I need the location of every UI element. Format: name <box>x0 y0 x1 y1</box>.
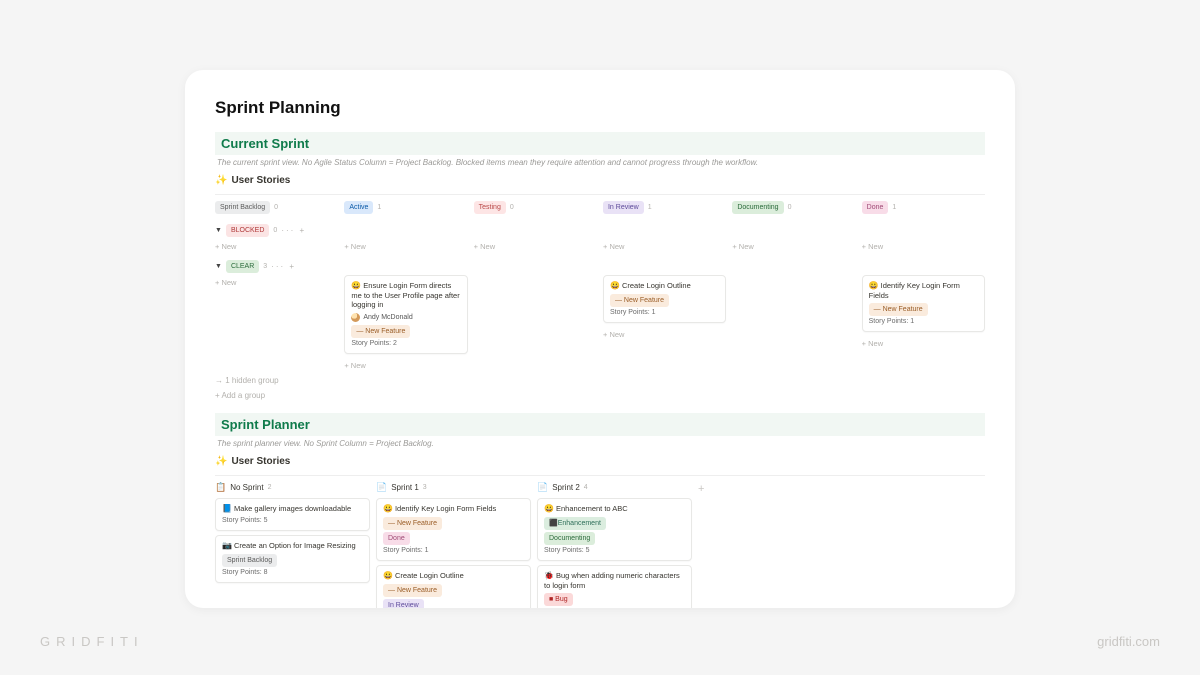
planner-columns: 📋 No Sprint 2 📘Make gallery images downl… <box>215 475 985 608</box>
card-assignee: Andy McDonald <box>351 313 460 322</box>
smile-icon: 😀 <box>351 281 361 290</box>
group-clear[interactable]: ▼ CLEAR 3 ··· + <box>215 260 985 273</box>
app-window: Sprint Planning Current Sprint The curre… <box>185 70 1015 608</box>
pcol-sprint-1[interactable]: 📄 Sprint 1 3 <box>376 482 531 493</box>
tag-type: — New Feature <box>610 294 669 307</box>
new-button[interactable]: + New <box>215 275 338 290</box>
new-button[interactable]: + New <box>603 239 726 254</box>
db-title-label: User Stories <box>231 175 290 186</box>
smile-icon: 😀 <box>610 281 620 290</box>
db-title-label: User Stories <box>231 456 290 467</box>
story-points: Story Points: 1 <box>610 309 719 316</box>
sparkle-icon: ✨ <box>215 175 227 186</box>
brand-wordmark: GRIDFITI <box>40 634 144 649</box>
tag-status: Done <box>383 532 410 545</box>
sprint-planner-heading: Sprint Planner <box>221 417 979 432</box>
col-documenting[interactable]: Documenting0 <box>732 201 855 214</box>
current-sprint-heading: Current Sprint <box>221 136 979 151</box>
new-button[interactable]: + New <box>732 239 855 254</box>
brand-url: gridfiti.com <box>1097 634 1160 649</box>
tag-type: — New Feature <box>383 584 442 597</box>
group-controls[interactable]: ··· + <box>281 226 306 235</box>
add-group-button[interactable]: + Add a group <box>215 388 985 403</box>
bug-icon: 🐞 <box>544 571 554 580</box>
blocked-row: + New + New + New + New + New + New <box>215 239 985 254</box>
tag-type: — New Feature <box>351 325 410 338</box>
group-controls[interactable]: ··· + <box>271 262 296 271</box>
new-button[interactable]: + New <box>344 239 467 254</box>
card-enhancement-abc[interactable]: 😀Enhancement to ABC ⬛Enhancement Documen… <box>537 498 692 561</box>
kanban-columns-header: Sprint Backlog0 Active1 Testing0 In Revi… <box>215 194 985 218</box>
tag-status: Sprint Backlog <box>222 554 277 567</box>
col-active[interactable]: Active1 <box>344 201 467 214</box>
tag-type: ■ Bug <box>544 593 573 606</box>
card-active[interactable]: 😀Ensure Login Form directs me to the Use… <box>344 275 467 354</box>
page-icon: 📄 <box>537 482 548 493</box>
group-clear-count: 3 <box>263 263 267 270</box>
chevron-down-icon[interactable]: ▼ <box>215 227 222 234</box>
story-points: Story Points: 1 <box>869 318 978 325</box>
tag-status: In Review <box>383 599 424 608</box>
tag-type: — New Feature <box>383 517 442 530</box>
page-icon: 📄 <box>376 482 387 493</box>
clipboard-icon: 📋 <box>215 482 226 493</box>
card-title-text: Ensure Login Form directs me to the User… <box>351 281 459 309</box>
col-done[interactable]: Done1 <box>862 201 985 214</box>
story-points: Story Points: 2 <box>351 340 460 347</box>
avatar <box>351 313 360 322</box>
group-blocked[interactable]: ▼ BLOCKED 0 ··· + <box>215 224 985 237</box>
new-button[interactable]: + New <box>344 358 467 373</box>
pcol-no-sprint[interactable]: 📋 No Sprint 2 <box>215 482 370 493</box>
card-done[interactable]: 😀Identify Key Login Form Fields — New Fe… <box>862 275 985 332</box>
story-points: Story Points: 1 <box>383 547 524 554</box>
smile-icon: 😀 <box>869 281 879 290</box>
card-image-resize[interactable]: 📷Create an Option for Image Resizing Spr… <box>215 535 370 583</box>
smile-icon: 😀 <box>383 504 393 513</box>
group-blocked-count: 0 <box>273 227 277 234</box>
db-title-planner[interactable]: ✨ User Stories <box>215 456 985 467</box>
group-clear-tag: CLEAR <box>226 260 259 273</box>
card-bug-numeric[interactable]: 🐞Bug when adding numeric characters to l… <box>537 565 692 608</box>
card-in-review[interactable]: 😀Create Login Outline — New Feature Stor… <box>603 275 726 323</box>
clear-row: + New 😀Ensure Login Form directs me to t… <box>215 275 985 373</box>
current-sprint-description: The current sprint view. No Agile Status… <box>215 158 985 167</box>
new-button[interactable]: + New <box>215 239 338 254</box>
new-button[interactable]: + New <box>474 239 597 254</box>
story-points: Story Points: 8 <box>222 569 363 576</box>
col-in-review[interactable]: In Review1 <box>603 201 726 214</box>
card-title-text: Create Login Outline <box>622 281 691 290</box>
story-points: Story Points: 5 <box>222 517 363 524</box>
chevron-down-icon[interactable]: ▼ <box>215 263 222 270</box>
db-title-current[interactable]: ✨ User Stories <box>215 175 985 186</box>
card-identify-fields[interactable]: 😀Identify Key Login Form Fields — New Fe… <box>376 498 531 561</box>
camera-icon: 📷 <box>222 541 232 550</box>
col-testing[interactable]: Testing0 <box>474 201 597 214</box>
pcol-sprint-2[interactable]: 📄 Sprint 2 4 <box>537 482 692 493</box>
card-title-text: Identify Key Login Form Fields <box>869 281 960 300</box>
sparkle-icon: ✨ <box>215 456 227 467</box>
section-header-planner: Sprint Planner <box>215 413 985 436</box>
smile-icon: 😀 <box>544 504 554 513</box>
smile-icon: 😀 <box>383 571 393 580</box>
new-button[interactable]: + New <box>862 336 985 351</box>
card-gallery-download[interactable]: 📘Make gallery images downloadable Story … <box>215 498 370 531</box>
tag-status: Documenting <box>544 532 595 545</box>
add-column-button[interactable]: + <box>698 482 704 608</box>
new-button[interactable]: + New <box>862 239 985 254</box>
hidden-group-toggle[interactable]: → 1 hidden group <box>215 373 985 388</box>
book-icon: 📘 <box>222 504 232 513</box>
col-sprint-backlog[interactable]: Sprint Backlog0 <box>215 201 338 214</box>
sprint-planner-description: The sprint planner view. No Sprint Colum… <box>215 439 985 448</box>
group-blocked-tag: BLOCKED <box>226 224 269 237</box>
tag-type: ⬛Enhancement <box>544 517 606 530</box>
new-button[interactable]: + New <box>603 327 726 342</box>
card-login-outline[interactable]: 😀Create Login Outline — New Feature In R… <box>376 565 531 608</box>
story-points: Story Points: 5 <box>544 547 685 554</box>
section-header-current: Current Sprint <box>215 132 985 155</box>
tag-type: — New Feature <box>869 303 928 316</box>
page-title: Sprint Planning <box>215 98 985 118</box>
